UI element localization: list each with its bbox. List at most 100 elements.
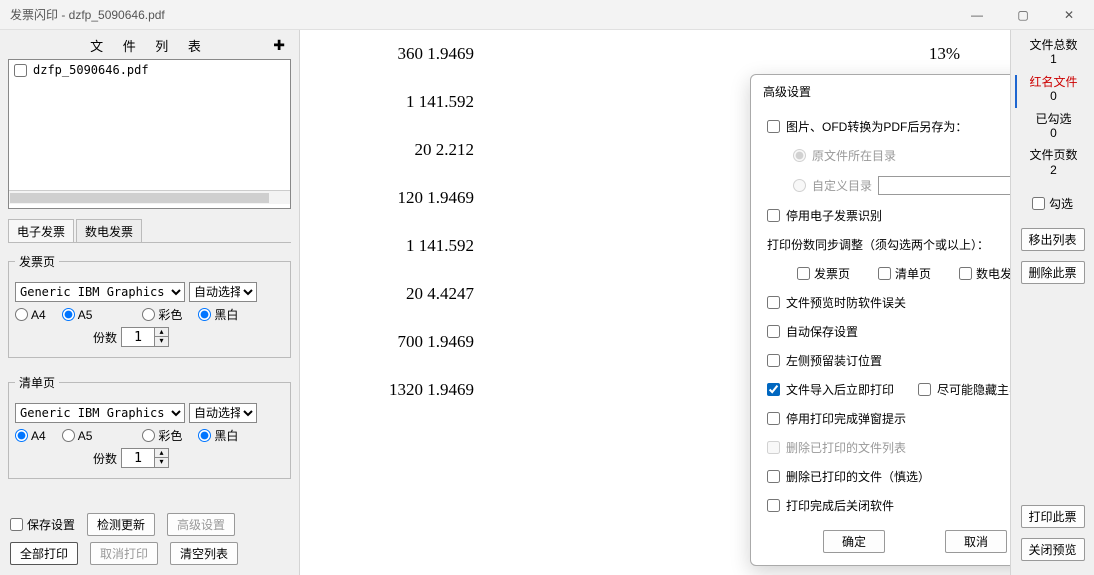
preview-guard-label: 文件预览时防软件误关 <box>786 294 906 311</box>
autosave-checkbox[interactable] <box>767 325 780 338</box>
sync-list-checkbox[interactable] <box>878 267 891 280</box>
list-page-legend: 清单页 <box>15 374 59 391</box>
stat-redname: 红名文件0 <box>1029 75 1077 104</box>
conv-label: 图片、OFD转换为PDF后另存为： <box>786 118 967 135</box>
invoice-auto-select[interactable]: 自动选择 <box>189 282 257 302</box>
invoice-copies-input[interactable] <box>121 327 155 347</box>
list-color[interactable] <box>142 429 155 442</box>
list-size-a5[interactable] <box>62 429 75 442</box>
list-copies-label: 份数 <box>93 450 117 467</box>
disable-recog-label: 停用电子发票识别 <box>786 207 882 224</box>
cancel-print-button[interactable]: 取消打印 <box>90 542 158 565</box>
stat-pages: 文件页数2 <box>1029 148 1077 177</box>
advanced-settings-button[interactable]: 高级设置 <box>167 513 235 536</box>
dialog-ok-button[interactable]: 确定 <box>823 530 885 553</box>
close-after-checkbox[interactable] <box>767 499 780 512</box>
check-all[interactable]: 勾选 <box>1032 195 1073 212</box>
invoice-tabs: 电子发票 数电发票 <box>8 219 291 243</box>
disable-popup-checkbox[interactable] <box>767 412 780 425</box>
left-sidebar: 文 件 列 表 ✚ dzfp_5090646.pdf 电子发票 数电发票 发票页… <box>0 30 300 575</box>
add-file-icon[interactable]: ✚ <box>273 37 285 54</box>
list-page-group: 清单页 Generic IBM Graphics 9pin 自动选择 A4 A5… <box>8 374 291 479</box>
right-sidebar: 文件总数1 红名文件0 已勾选0 文件页数2 勾选 移出列表 删除此票 打印此票… <box>1010 30 1094 575</box>
stat-total: 文件总数1 <box>1029 38 1077 67</box>
invoice-page-legend: 发票页 <box>15 253 59 270</box>
orig-dir-label: 原文件所在目录 <box>812 147 896 164</box>
disable-popup-label: 停用打印完成弹窗提示 <box>786 410 906 427</box>
import-print-checkbox[interactable] <box>767 383 780 396</box>
invoice-color[interactable] <box>142 308 155 321</box>
check-update-button[interactable]: 检测更新 <box>87 513 155 536</box>
close-preview-button[interactable]: 关闭预览 <box>1021 538 1085 561</box>
invoice-bw[interactable] <box>198 308 211 321</box>
move-out-button[interactable]: 移出列表 <box>1021 228 1085 251</box>
file-item-checkbox[interactable] <box>14 64 27 77</box>
doc-row-left: 1 141.592 <box>340 236 480 256</box>
invoice-copies-label: 份数 <box>93 329 117 346</box>
save-settings-checkbox[interactable] <box>10 518 23 531</box>
file-list-item[interactable]: dzfp_5090646.pdf <box>9 60 290 80</box>
disable-recog-checkbox[interactable] <box>767 209 780 222</box>
del-files-checkbox[interactable] <box>767 470 780 483</box>
conv-checkbox[interactable] <box>767 120 780 133</box>
advanced-settings-dialog: 高级设置 图片、OFD转换为PDF后另存为： 原文件所在目录 自定义目录 停用电… <box>750 74 1010 566</box>
close-after-label: 打印完成后关闭软件 <box>786 497 894 514</box>
import-print-label: 文件导入后立即打印 <box>786 381 894 398</box>
invoice-printer-select[interactable]: Generic IBM Graphics 9pin <box>15 282 185 302</box>
sync-invoice-checkbox[interactable] <box>797 267 810 280</box>
clear-list-button[interactable]: 清空列表 <box>170 542 238 565</box>
autosave-label: 自动保存设置 <box>786 323 858 340</box>
list-size-a4[interactable] <box>15 429 28 442</box>
doc-row-left: 120 1.9469 <box>340 188 480 208</box>
custom-dir-input <box>878 176 1010 195</box>
print-all-button[interactable]: 全部打印 <box>10 542 78 565</box>
doc-row-left: 1 141.592 <box>340 92 480 112</box>
close-button[interactable]: ✕ <box>1046 0 1092 30</box>
doc-row-left: 1320 1.9469 <box>340 380 480 400</box>
custom-dir-radio <box>793 179 806 192</box>
del-files-label: 删除已打印的文件（慎选） <box>786 468 930 485</box>
remove-ticket-button[interactable]: 删除此票 <box>1021 261 1085 284</box>
custom-dir-label: 自定义目录 <box>812 177 872 194</box>
doc-row-left: 360 1.9469 <box>340 44 480 64</box>
file-list-heading: 文 件 列 表 <box>90 36 209 55</box>
list-copies-down[interactable]: ▾ <box>155 458 168 467</box>
preview-area: 360 1.946913%1 141.59213%20 2.21213%120 … <box>300 30 1010 575</box>
stat-checked: 已勾选0 <box>1035 112 1071 141</box>
sync-label: 打印份数同步调整（须勾选两个或以上）： <box>767 236 989 253</box>
file-list[interactable]: dzfp_5090646.pdf <box>8 59 291 209</box>
sync-digital-checkbox[interactable] <box>959 267 972 280</box>
hide-main-checkbox[interactable] <box>918 383 931 396</box>
list-bw[interactable] <box>198 429 211 442</box>
save-settings-label: 保存设置 <box>27 516 75 533</box>
window-title: 发票闪印 - dzfp_5090646.pdf <box>10 6 954 23</box>
binding-checkbox[interactable] <box>767 354 780 367</box>
minimize-button[interactable]: — <box>954 0 1000 30</box>
invoice-size-a5[interactable] <box>62 308 75 321</box>
doc-row-left: 700 1.9469 <box>340 332 480 352</box>
invoice-copies-down[interactable]: ▾ <box>155 337 168 346</box>
print-this-button[interactable]: 打印此票 <box>1021 505 1085 528</box>
tab-digital-invoice[interactable]: 数电发票 <box>76 219 142 242</box>
preview-guard-checkbox[interactable] <box>767 296 780 309</box>
invoice-page-group: 发票页 Generic IBM Graphics 9pin 自动选择 A4 A5… <box>8 253 291 358</box>
list-printer-select[interactable]: Generic IBM Graphics 9pin <box>15 403 185 423</box>
file-item-name: dzfp_5090646.pdf <box>33 63 149 77</box>
titlebar: 发票闪印 - dzfp_5090646.pdf — ▢ ✕ <box>0 0 1094 30</box>
invoice-size-a4[interactable] <box>15 308 28 321</box>
list-auto-select[interactable]: 自动选择 <box>189 403 257 423</box>
doc-row-right: 13% <box>480 44 960 64</box>
hide-main-label: 尽可能隐藏主界面 <box>937 381 1010 398</box>
dialog-title: 高级设置 <box>751 75 1010 106</box>
orig-dir-radio <box>793 149 806 162</box>
del-list-label: 删除已打印的文件列表 <box>786 439 906 456</box>
maximize-button[interactable]: ▢ <box>1000 0 1046 30</box>
doc-row-left: 20 2.212 <box>340 140 480 160</box>
file-list-scrollbar[interactable] <box>9 190 290 204</box>
check-all-checkbox[interactable] <box>1032 197 1045 210</box>
doc-row-left: 20 4.4247 <box>340 284 480 304</box>
dialog-cancel-button[interactable]: 取消 <box>945 530 1007 553</box>
del-list-checkbox <box>767 441 780 454</box>
tab-e-invoice[interactable]: 电子发票 <box>8 219 74 242</box>
list-copies-input[interactable] <box>121 448 155 468</box>
